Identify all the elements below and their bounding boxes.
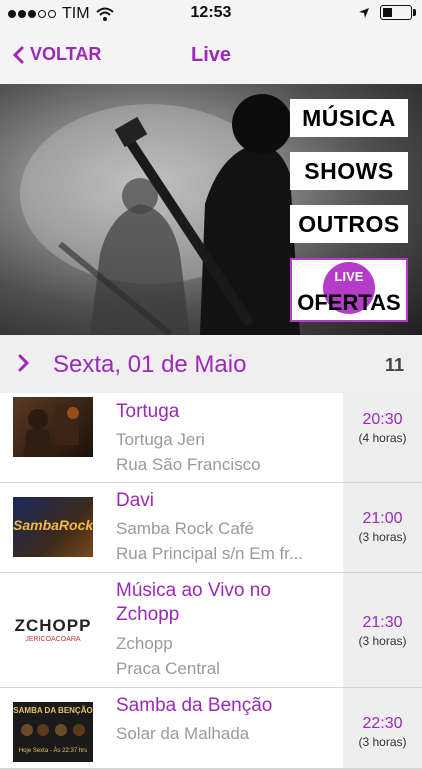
event-time: 21:00 [362, 510, 403, 527]
event-time-panel: 21:00 (3 horas) [343, 483, 422, 572]
navigation-bar: VOLTAR Live [0, 28, 422, 85]
category-music-button[interactable]: MÚSICA [290, 99, 408, 137]
event-name: Tortuga [116, 401, 180, 422]
event-row[interactable]: Tortuga Tortuga Jeri Rua São Francisco 2… [0, 393, 422, 483]
event-address: Rua Principal s/n Em fr... [116, 544, 304, 563]
event-thumbnail: SAMBA DA BENÇÃO Hoje Sexta - Às 22:37 hr… [13, 702, 93, 762]
status-right [358, 5, 416, 20]
live-offers-button[interactable]: LIVE OFERTAS [290, 258, 408, 322]
event-duration: (4 horas) [358, 431, 407, 445]
zchopp-logo: ZCHOPP [14, 616, 92, 635]
event-row[interactable]: ZCHOPP JERICOACOARA Música ao Vivo no Zc… [0, 573, 422, 688]
battery-icon [380, 5, 416, 20]
event-thumbnail [13, 397, 93, 457]
banner-image: MÚSICA SHOWS OUTROS LIVE OFERTAS [0, 84, 422, 335]
event-row[interactable]: SAMBA DA BENÇÃO Hoje Sexta - Às 22:37 hr… [0, 688, 422, 769]
samba-bencao-logo: SAMBA DA BENÇÃO [13, 706, 93, 715]
category-shows-button[interactable]: SHOWS [290, 152, 408, 190]
event-time-panel: 22:30 (3 horas) [343, 688, 422, 768]
event-venue: Solar da Malhada [116, 724, 250, 743]
event-name: Música ao Vivo no Zchopp [116, 580, 271, 625]
event-venue: Zchopp [116, 634, 173, 653]
event-time: 20:30 [362, 411, 403, 428]
status-bar: TIM 12:53 [0, 0, 422, 28]
event-list: Tortuga Tortuga Jeri Rua São Francisco 2… [0, 393, 422, 769]
event-name: Samba da Benção [116, 695, 273, 716]
event-name: Davi [116, 490, 155, 511]
offers-label: OFERTAS [297, 290, 401, 315]
event-venue: Tortuga Jeri [116, 430, 205, 449]
event-time-panel: 20:30 (4 horas) [343, 393, 422, 482]
page-title: Live [190, 44, 232, 66]
date-section-header[interactable]: Sexta, 01 de Maio 11 [0, 335, 422, 394]
date-label: Sexta, 01 de Maio [53, 351, 247, 378]
location-arrow-icon [359, 7, 369, 18]
event-address: Praca Central [116, 659, 220, 678]
event-row[interactable]: SambaRock Davi Samba Rock Café Rua Princ… [0, 483, 422, 573]
category-others-button[interactable]: OUTROS [290, 205, 408, 243]
samba-rock-logo: SambaRock [13, 517, 93, 533]
event-thumbnail: ZCHOPP JERICOACOARA [13, 600, 93, 660]
event-time: 21:30 [362, 614, 403, 631]
event-duration: (3 horas) [358, 530, 407, 544]
event-count: 11 [384, 355, 404, 375]
event-duration: (3 horas) [358, 735, 407, 749]
event-time-panel: 21:30 (3 horas) [343, 573, 422, 687]
samba-bencao-sub: Hoje Sexta - Às 22:37 hrs [18, 748, 88, 754]
event-duration: (3 horas) [358, 634, 407, 648]
event-thumbnail: SambaRock [13, 497, 93, 557]
event-time: 22:30 [362, 715, 403, 732]
event-venue: Samba Rock Café [116, 519, 254, 538]
chevron-right-icon [18, 354, 30, 372]
zchopp-logo-sub: JERICOACOARA [25, 636, 81, 643]
event-address: Rua São Francisco [116, 455, 261, 474]
